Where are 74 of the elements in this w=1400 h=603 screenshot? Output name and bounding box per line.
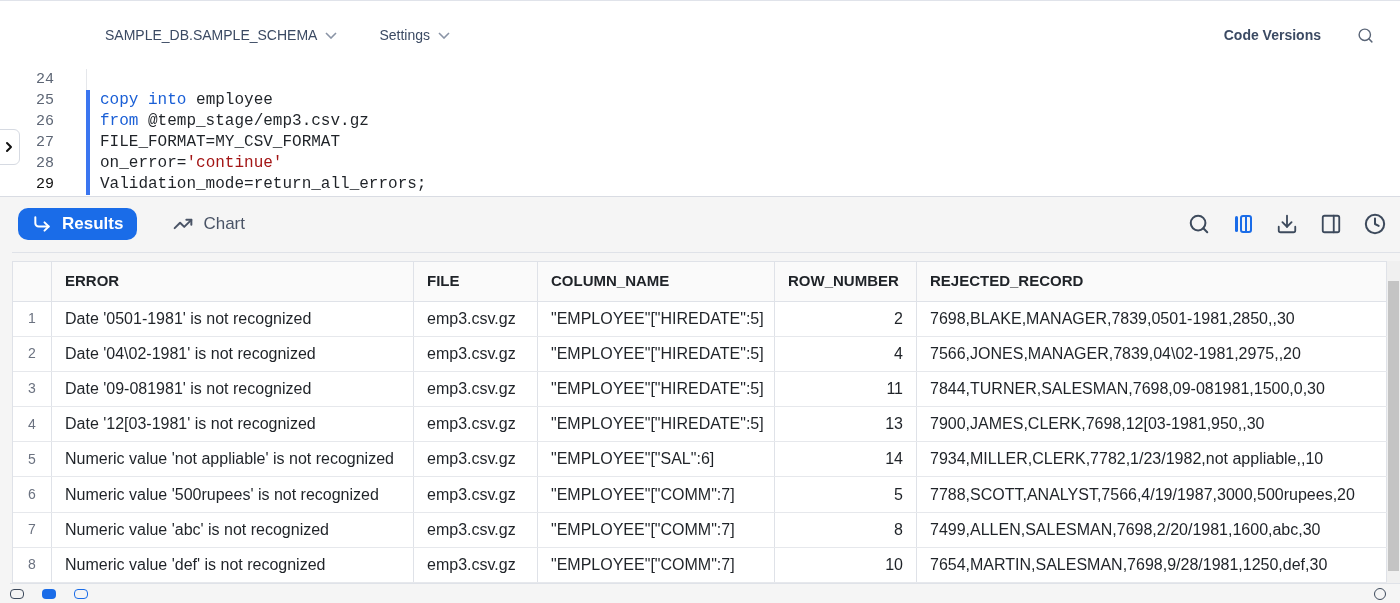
table-cell: emp3.csv.gz — [414, 547, 538, 582]
scrollbar[interactable] — [1387, 260, 1400, 583]
table-cell: emp3.csv.gz — [414, 301, 538, 336]
column-header[interactable]: FILE — [414, 261, 538, 301]
table-cell: emp3.csv.gz — [414, 477, 538, 512]
line-number: 29 — [35, 175, 55, 196]
chevron-down-icon — [325, 31, 338, 39]
table-cell: Numeric value 'def' is not recognized — [52, 547, 414, 582]
line-number: 28 — [35, 154, 55, 175]
column-header[interactable]: COLUMN_NAME — [538, 261, 775, 301]
table-cell: 10 — [775, 547, 917, 582]
row-number: 3 — [13, 371, 52, 407]
column-header[interactable]: ROW_NUMBER — [775, 261, 917, 301]
table-cell: "EMPLOYEE"["SAL":6] — [538, 442, 775, 477]
code-line: Validation_mode=return_all_errors; — [100, 174, 427, 196]
table-cell: "EMPLOYEE"["COMM":7] — [538, 512, 775, 547]
search-icon[interactable] — [1188, 212, 1210, 235]
table-cell: 5 — [775, 477, 917, 512]
settings-menu[interactable]: Settings — [379, 24, 450, 46]
result-tab[interactable]: Chart — [159, 207, 259, 240]
table-cell: emp3.csv.gz — [414, 442, 538, 477]
code-line: on_error='continue' — [100, 153, 283, 175]
table-cell: Numeric value '500rupees' is not recognized — [52, 477, 414, 512]
table-cell: 11 — [775, 371, 917, 407]
line-number: 24 — [35, 70, 55, 91]
table-cell: "EMPLOYEE"["HIREDATE":5] — [538, 371, 775, 407]
result-tab[interactable]: Results — [18, 207, 138, 240]
table-cell: Numeric value 'abc' is not recognized — [52, 512, 414, 547]
table-cell: "EMPLOYEE"["COMM":7] — [538, 477, 775, 512]
layout-icon[interactable] — [10, 588, 24, 599]
row-number: 2 — [13, 336, 52, 371]
expand-sidebar-button[interactable] — [0, 129, 20, 166]
table-cell: 14 — [775, 442, 917, 477]
line-number: 26 — [35, 112, 55, 133]
row-number: 7 — [13, 512, 52, 547]
table-cell: emp3.csv.gz — [414, 512, 538, 547]
table-cell: 4 — [775, 336, 917, 371]
download-icon[interactable] — [1276, 212, 1298, 235]
table-cell: "EMPLOYEE"["COMM":7] — [538, 547, 775, 582]
table-cell: Date '09-081981' is not recognized — [52, 371, 414, 407]
table-cell: emp3.csv.gz — [414, 336, 538, 371]
table-cell: 8 — [775, 512, 917, 547]
row-number: 5 — [13, 442, 52, 477]
row-number: 4 — [13, 407, 52, 442]
table-cell: emp3.csv.gz — [414, 371, 538, 407]
code-line: from @temp_stage/emp3.csv.gz — [100, 111, 369, 133]
table-cell: Date '04\02-1981' is not recognized — [52, 336, 414, 371]
side-panel-icon[interactable] — [1320, 212, 1342, 235]
code-line: copy into employee — [100, 90, 273, 112]
table-cell: Numeric value 'not appliable' is not recognized — [52, 442, 414, 477]
table-cell: Date '12[03-1981' is not recognized — [52, 407, 414, 442]
table-cell: "EMPLOYEE"["HIREDATE":5] — [538, 336, 775, 371]
chevron-down-icon — [438, 31, 450, 39]
line-number: 25 — [35, 91, 55, 112]
table-cell: "EMPLOYEE"["HIREDATE":5] — [538, 301, 775, 336]
table-cell: emp3.csv.gz — [414, 407, 538, 442]
layout-icon[interactable] — [42, 588, 56, 599]
row-number: 8 — [13, 547, 52, 582]
row-number: 6 — [13, 477, 52, 512]
columns-icon[interactable] — [1232, 212, 1254, 235]
search-icon[interactable] — [1357, 26, 1374, 44]
table-cell: 13 — [775, 407, 917, 442]
clock-icon[interactable] — [1364, 212, 1386, 235]
layout-icon[interactable] — [74, 588, 88, 599]
table-cell: "EMPLOYEE"["HIREDATE":5] — [538, 407, 775, 442]
code-versions-link[interactable]: Code Versions — [1223, 24, 1321, 46]
table-cell: 2 — [775, 301, 917, 336]
line-number: 27 — [35, 133, 55, 154]
column-header[interactable]: ERROR — [52, 261, 414, 301]
database-selector[interactable]: SAMPLE_DB.SAMPLE_SCHEMA — [105, 24, 338, 46]
row-number: 1 — [13, 301, 52, 336]
code-line: FILE_FORMAT=MY_CSV_FORMAT — [100, 132, 341, 154]
table-cell: Date '0501-1981' is not recognized — [52, 301, 414, 336]
arrow-icon — [32, 213, 52, 234]
